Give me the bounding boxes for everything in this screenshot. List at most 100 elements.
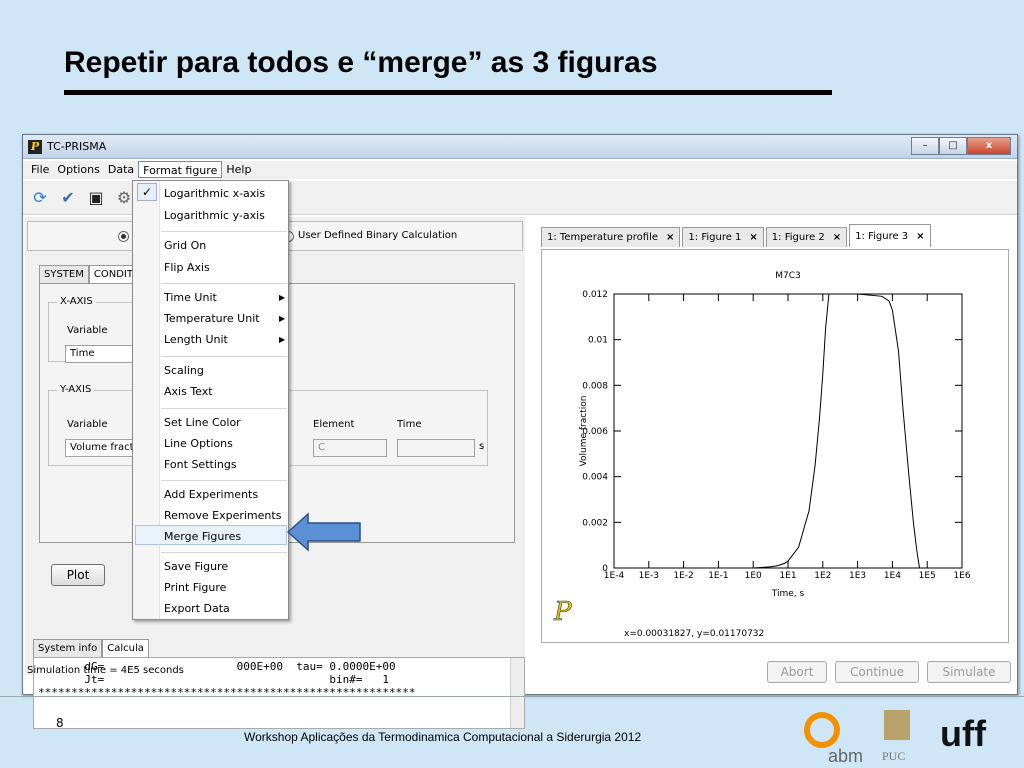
menu-separator	[161, 231, 287, 232]
title-underline	[64, 90, 832, 95]
menu-item-print-figure[interactable]: Print Figure	[164, 581, 226, 594]
abort-button[interactable]: Abort	[767, 661, 827, 683]
volume-fraction-chart: M7C3Time, sVolume fraction1E-4 1E-3 1E-2 1E…	[553, 271, 971, 639]
element-label: Element	[313, 419, 355, 430]
window-title: TC-PRISMA	[47, 140, 107, 153]
tab-label: 1: Temperature profile	[547, 232, 659, 243]
prisma-logo-icon: P	[553, 597, 572, 627]
refresh-icon[interactable]: ⟳	[29, 187, 51, 209]
x-tick-label: 1E1	[779, 571, 796, 581]
plot-button[interactable]: Plot	[51, 564, 105, 586]
menu-options[interactable]: Options	[53, 161, 103, 178]
save-icon[interactable]: ▣	[85, 187, 107, 209]
checkmark-icon: ✓	[137, 183, 157, 201]
left-tabs: SYSTEM CONDITI	[39, 265, 141, 283]
x-tick-label: 1E6	[953, 571, 970, 581]
tab-label: 1: Figure 3	[855, 231, 909, 242]
menu-item-logarithmic-y-axis[interactable]: Logarithmic y-axis	[164, 209, 265, 222]
tab-figure-3[interactable]: 1: Figure 3 ×	[849, 224, 931, 247]
maximize-button[interactable]: □	[939, 137, 967, 155]
y-tick-label: 0.006	[582, 427, 608, 437]
x-tick-label: 1E5	[919, 571, 936, 581]
series-line	[718, 293, 920, 569]
y-tick-label: 0	[602, 564, 608, 574]
plot-frame	[613, 293, 963, 569]
tab-close-icon[interactable]: ×	[833, 232, 841, 243]
menu-item-set-line-color[interactable]: Set Line Color	[164, 416, 241, 429]
submenu-arrow-icon: ▶	[279, 293, 286, 302]
menu-separator	[161, 356, 287, 357]
tab-close-icon[interactable]: ×	[749, 232, 757, 243]
tab-figure-2[interactable]: 1: Figure 2 ×	[765, 227, 848, 247]
menu-item-remove-experiments[interactable]: Remove Experiments	[164, 509, 281, 522]
tab-close-icon[interactable]: ×	[916, 231, 924, 242]
continue-button[interactable]: Continue	[835, 661, 919, 683]
menu-item-add-experiments[interactable]: Add Experiments	[164, 488, 258, 501]
menu-item-time-unit[interactable]: Time Unit	[164, 291, 217, 304]
x-axis-legend: X-AXIS	[57, 296, 96, 307]
menu-file[interactable]: File	[27, 161, 53, 178]
menu-item-merge-figures[interactable]: Merge Figures	[164, 530, 241, 543]
x-axis-label: Time, s	[771, 589, 805, 599]
tab-temperature-profile[interactable]: 1: Temperature profile ×	[541, 227, 681, 247]
close-button[interactable]: x	[967, 137, 1011, 155]
time-input[interactable]	[397, 439, 475, 457]
console-line: ****************************************…	[38, 686, 416, 699]
chart-title: M7C3	[775, 271, 801, 281]
y-variable-label: Variable	[67, 419, 108, 430]
puc-crest-icon	[884, 710, 910, 740]
menu-item-line-options[interactable]: Line Options	[164, 437, 233, 450]
menu-item-save-figure[interactable]: Save Figure	[164, 560, 228, 573]
menu-item-scaling[interactable]: Scaling	[164, 364, 204, 377]
console-scrollbar[interactable]	[510, 658, 524, 728]
menu-item-grid-on[interactable]: Grid On	[164, 239, 206, 252]
tab-figure-1[interactable]: 1: Figure 1 ×	[682, 227, 764, 247]
menu-separator	[161, 480, 287, 481]
menu-item-logarithmic-x-axis[interactable]: Logarithmic x-axis	[164, 187, 265, 200]
time-unit-label: s	[479, 441, 485, 452]
menu-separator	[161, 283, 287, 284]
menu-gutter	[133, 181, 160, 619]
app-logo-icon: P	[28, 140, 42, 154]
pointer-arrow-icon	[286, 512, 361, 552]
y-tick-label: 0.01	[588, 336, 608, 346]
menu-format-figure[interactable]: Format figure	[138, 161, 223, 178]
calc-mode-radio-selected[interactable]	[118, 231, 129, 242]
slide-title: Repetir para todos e “merge” as 3 figura…	[64, 46, 658, 79]
titlebar[interactable]: P TC-PRISMA – □ x	[23, 135, 1017, 159]
status-text: Simulation time = 4E5 seconds	[27, 665, 184, 676]
tab-close-icon[interactable]: ×	[666, 232, 674, 243]
menu-item-font-settings[interactable]: Font Settings	[164, 458, 237, 471]
tab-label: 1: Figure 1	[688, 232, 742, 243]
tab-system-info[interactable]: System info	[33, 639, 103, 657]
menu-help[interactable]: Help	[222, 161, 255, 178]
x-tick-label: 1E-3	[639, 571, 659, 581]
x-tick-label: 1E2	[814, 571, 831, 581]
x-tick-label: 1E3	[849, 571, 866, 581]
menu-item-flip-axis[interactable]: Flip Axis	[164, 261, 210, 274]
check-icon[interactable]: ✔	[57, 187, 79, 209]
coordinate-readout: x=0.00031827, y=0.01170732	[624, 629, 764, 639]
x-tick-label: 1E-2	[673, 571, 693, 581]
tab-system[interactable]: SYSTEM	[39, 265, 89, 283]
simulate-button[interactable]: Simulate	[927, 661, 1011, 683]
menu-item-length-unit[interactable]: Length Unit	[164, 333, 228, 346]
x-tick-label: 1E0	[745, 571, 762, 581]
menu-data[interactable]: Data	[104, 161, 138, 178]
menu-item-export-data[interactable]: Export Data	[164, 602, 230, 615]
tab-calculation[interactable]: Calcula	[102, 639, 149, 657]
plot-area[interactable]: M7C3 Time, s Volume fraction 1E-4 1E-3 1E-2 1E…	[541, 249, 1009, 643]
page-number: 8	[56, 716, 64, 730]
menu-item-temperature-unit[interactable]: Temperature Unit	[164, 312, 260, 325]
format-figure-menu: ✓ Logarithmic x-axis Logarithmic y-axis Gr…	[132, 180, 289, 620]
time-label: Time	[397, 419, 422, 430]
menu-item-axis-text[interactable]: Axis Text	[164, 385, 213, 398]
menubar: File Options Data Format figure Help	[23, 161, 1017, 179]
x-variable-label: Variable	[67, 325, 108, 336]
y-tick-label: 0.002	[582, 518, 608, 528]
minimize-button[interactable]: –	[911, 137, 939, 155]
menu-separator	[161, 552, 287, 553]
right-pane: 1: Temperature profile × 1: Figure 1 × 1: …	[529, 217, 1017, 657]
element-select[interactable]: C	[313, 439, 387, 457]
y-tick-label: 0.004	[582, 473, 608, 483]
